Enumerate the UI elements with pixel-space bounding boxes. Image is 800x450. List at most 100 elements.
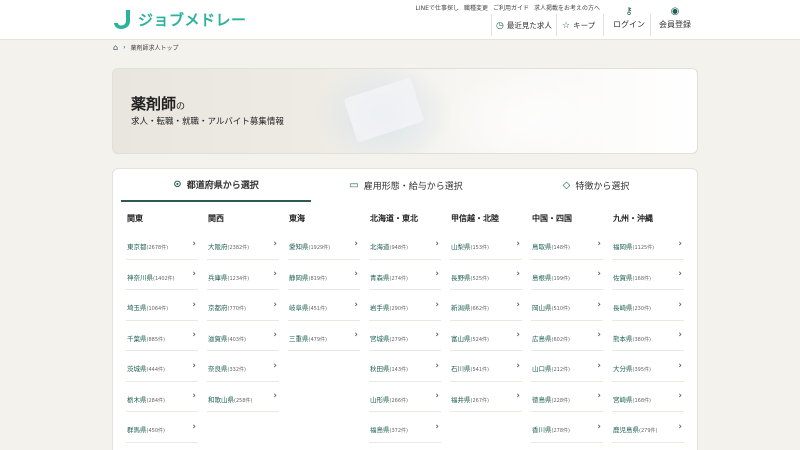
prefecture-link[interactable]: 香川県(278件) › <box>531 412 603 443</box>
prefecture-link[interactable]: 茨城県(444件) › <box>126 351 198 382</box>
link-change-job-type[interactable]: 職種変更 <box>464 3 488 12</box>
user-icon: ◉ <box>670 6 680 17</box>
breadcrumb: ⌂ › 薬剤師求人トップ <box>113 43 179 52</box>
prefecture-link[interactable]: 兵庫県(1234件) › <box>207 260 279 290</box>
login-button[interactable]: ⚷ ログイン <box>607 6 651 30</box>
prefecture-link[interactable]: 北海道(948件) › <box>369 229 441 260</box>
prefecture-link[interactable]: 滋賀県(403件) › <box>207 321 279 351</box>
link-for-employers[interactable]: 求人掲載をお考えの方へ <box>534 3 600 12</box>
job-count: (450件) <box>146 428 165 435</box>
prefecture-link[interactable]: 埼玉県(1064件) › <box>126 290 198 321</box>
prefecture-label: 東京都(2678件) <box>127 234 168 253</box>
region-column: 甲信越・北陸 山梨県(153件) › 長野県(525件) › 新潟県(662件) › 富山県(… <box>450 213 531 443</box>
region-column: 関東 東京都(2678件) › 神奈川県(1402件) › 埼玉県(1064件) › 千葉県(… <box>126 213 207 443</box>
prefecture-link[interactable]: 福井県(267件) › <box>450 382 522 412</box>
recent-jobs-button[interactable]: ◷ 最近見た求人 <box>496 16 552 35</box>
chevron-right-icon: › <box>192 238 196 249</box>
prefecture-link[interactable]: 佐賀県(168件) › <box>612 260 684 290</box>
tab-prefecture[interactable]: ⊙ 都道府県から選択 <box>121 169 311 202</box>
prefecture-link[interactable]: 大分県(395件) › <box>612 351 684 382</box>
prefecture-link[interactable]: 栃木県(284件) › <box>126 382 198 412</box>
job-count: (819件) <box>308 275 327 282</box>
prefecture-link[interactable]: 山口県(212件) › <box>531 351 603 382</box>
link-guide[interactable]: ご利用ガイド <box>493 3 529 12</box>
prefecture-label: 大分県(395件) <box>613 356 651 375</box>
link-line-search[interactable]: LINEで仕事探し <box>416 3 459 12</box>
chevron-right-icon: › <box>435 330 439 341</box>
prefecture-link[interactable]: 石川県(541件) › <box>450 351 522 382</box>
prefecture-link[interactable]: 鹿児島県(279件) › <box>612 412 684 443</box>
tab-employment-type[interactable]: ▭ 雇用形態・給与から選択 <box>311 169 501 202</box>
prefecture-link[interactable]: 山梨県(153件) › <box>450 229 522 260</box>
prefecture-link[interactable]: 奈良県(332件) › <box>207 351 279 382</box>
prefecture-link[interactable]: 島根県(199件) › <box>531 260 603 290</box>
chevron-right-icon: › <box>678 391 682 402</box>
job-count: (230件) <box>632 306 651 313</box>
tab-features[interactable]: ◇ 特徴から選択 <box>501 169 691 202</box>
prefecture-label: 岡山県(510件) <box>532 295 570 314</box>
prefecture-label: 新潟県(662件) <box>451 295 489 314</box>
prefecture-link[interactable]: 群馬県(450件) › <box>126 412 198 443</box>
prefecture-link[interactable]: 静岡県(819件) › <box>288 260 360 290</box>
prefecture-link[interactable]: 鳥取県(148件) › <box>531 229 603 260</box>
prefecture-name: 東京都 <box>127 243 147 252</box>
prefecture-link[interactable]: 東京都(2678件) › <box>126 229 198 260</box>
chevron-right-icon: › <box>435 360 439 371</box>
prefecture-link[interactable]: 千葉県(885件) › <box>126 321 198 351</box>
prefecture-link[interactable]: 長野県(525件) › <box>450 260 522 290</box>
region-heading: 関東 <box>127 214 143 223</box>
chevron-right-icon: › <box>516 269 520 280</box>
chevron-right-icon: › <box>597 421 601 432</box>
prefecture-link[interactable]: 京都府(770件) › <box>207 290 279 321</box>
prefecture-name: 埼玉県 <box>127 304 147 313</box>
prefecture-link[interactable]: 広島県(602件) › <box>531 321 603 351</box>
chevron-right-icon: › <box>597 391 601 402</box>
prefecture-link[interactable]: 青森県(274件) › <box>369 260 441 290</box>
chevron-right-icon: › <box>435 391 439 402</box>
prefecture-link[interactable]: 新潟県(662件) › <box>450 290 522 321</box>
chevron-right-icon: › <box>192 269 196 280</box>
prefecture-link[interactable]: 岡山県(510件) › <box>531 290 603 321</box>
prefecture-link[interactable]: 宮崎県(168件) › <box>612 382 684 412</box>
prefecture-link[interactable]: 富山県(524件) › <box>450 321 522 351</box>
tab-label: 雇用形態・給与から選択 <box>363 182 463 192</box>
logo-text: ジョブメドレー <box>138 10 247 29</box>
prefecture-link[interactable]: 三重県(479件) › <box>288 321 360 351</box>
keep-label: キープ <box>573 21 596 30</box>
region-column: 中国・四国 鳥取県(148件) › 島根県(199件) › 岡山県(510件) › 広島県(6… <box>531 213 612 443</box>
prefecture-label: 群馬県(450件) <box>127 417 165 436</box>
prefecture-label: 宮崎県(168件) <box>613 387 651 406</box>
prefecture-link[interactable]: 徳島県(228件) › <box>531 382 603 412</box>
prefecture-link[interactable]: 宮城県(279件) › <box>369 321 441 351</box>
prefecture-label: 福岡県(1125件) <box>613 234 654 253</box>
prefecture-label: 山形県(266件) <box>370 387 408 406</box>
prefecture-link[interactable]: 和歌山県(258件) › <box>207 382 279 412</box>
prefecture-link[interactable]: 秋田県(143件) › <box>369 351 441 382</box>
prefecture-link[interactable]: 長崎県(230件) › <box>612 290 684 321</box>
page-title: 薬剤師の <box>131 93 185 114</box>
home-icon[interactable]: ⌂ <box>113 43 118 52</box>
prefecture-link[interactable]: 熊本県(380件) › <box>612 321 684 351</box>
prefecture-link[interactable]: 福岡県(1125件) › <box>612 229 684 260</box>
prefecture-label: 福島県(372件) <box>370 417 408 436</box>
job-count: (662件) <box>470 306 489 313</box>
prefecture-link[interactable]: 神奈川県(1402件) › <box>126 260 198 290</box>
page-title-suffix: の <box>176 102 186 112</box>
prefecture-link[interactable]: 愛知県(1929件) › <box>288 229 360 260</box>
register-button[interactable]: ◉ 会員登録 <box>653 6 697 30</box>
prefecture-link[interactable]: 岐阜県(451件) › <box>288 290 360 321</box>
prefecture-link[interactable]: 福島県(372件) › <box>369 412 441 443</box>
keep-button[interactable]: ☆ キープ <box>562 16 595 35</box>
chevron-right-icon: › <box>678 299 682 310</box>
prefecture-link[interactable]: 山形県(266件) › <box>369 382 441 412</box>
logo-icon <box>112 8 134 30</box>
job-count: (524件) <box>470 336 489 343</box>
prefecture-link[interactable]: 岩手県(290件) › <box>369 290 441 321</box>
chevron-right-icon: › <box>273 360 277 371</box>
chevron-right-icon: › <box>597 330 601 341</box>
site-logo[interactable]: ジョブメドレー <box>112 8 247 30</box>
prefecture-name: 富山県 <box>451 334 471 343</box>
prefecture-link[interactable]: 大阪府(2382件) › <box>207 229 279 260</box>
chevron-right-icon: › <box>192 360 196 371</box>
prefecture-columns: 関東 東京都(2678件) › 神奈川県(1402件) › 埼玉県(1064件) › 千葉県(… <box>126 213 693 443</box>
